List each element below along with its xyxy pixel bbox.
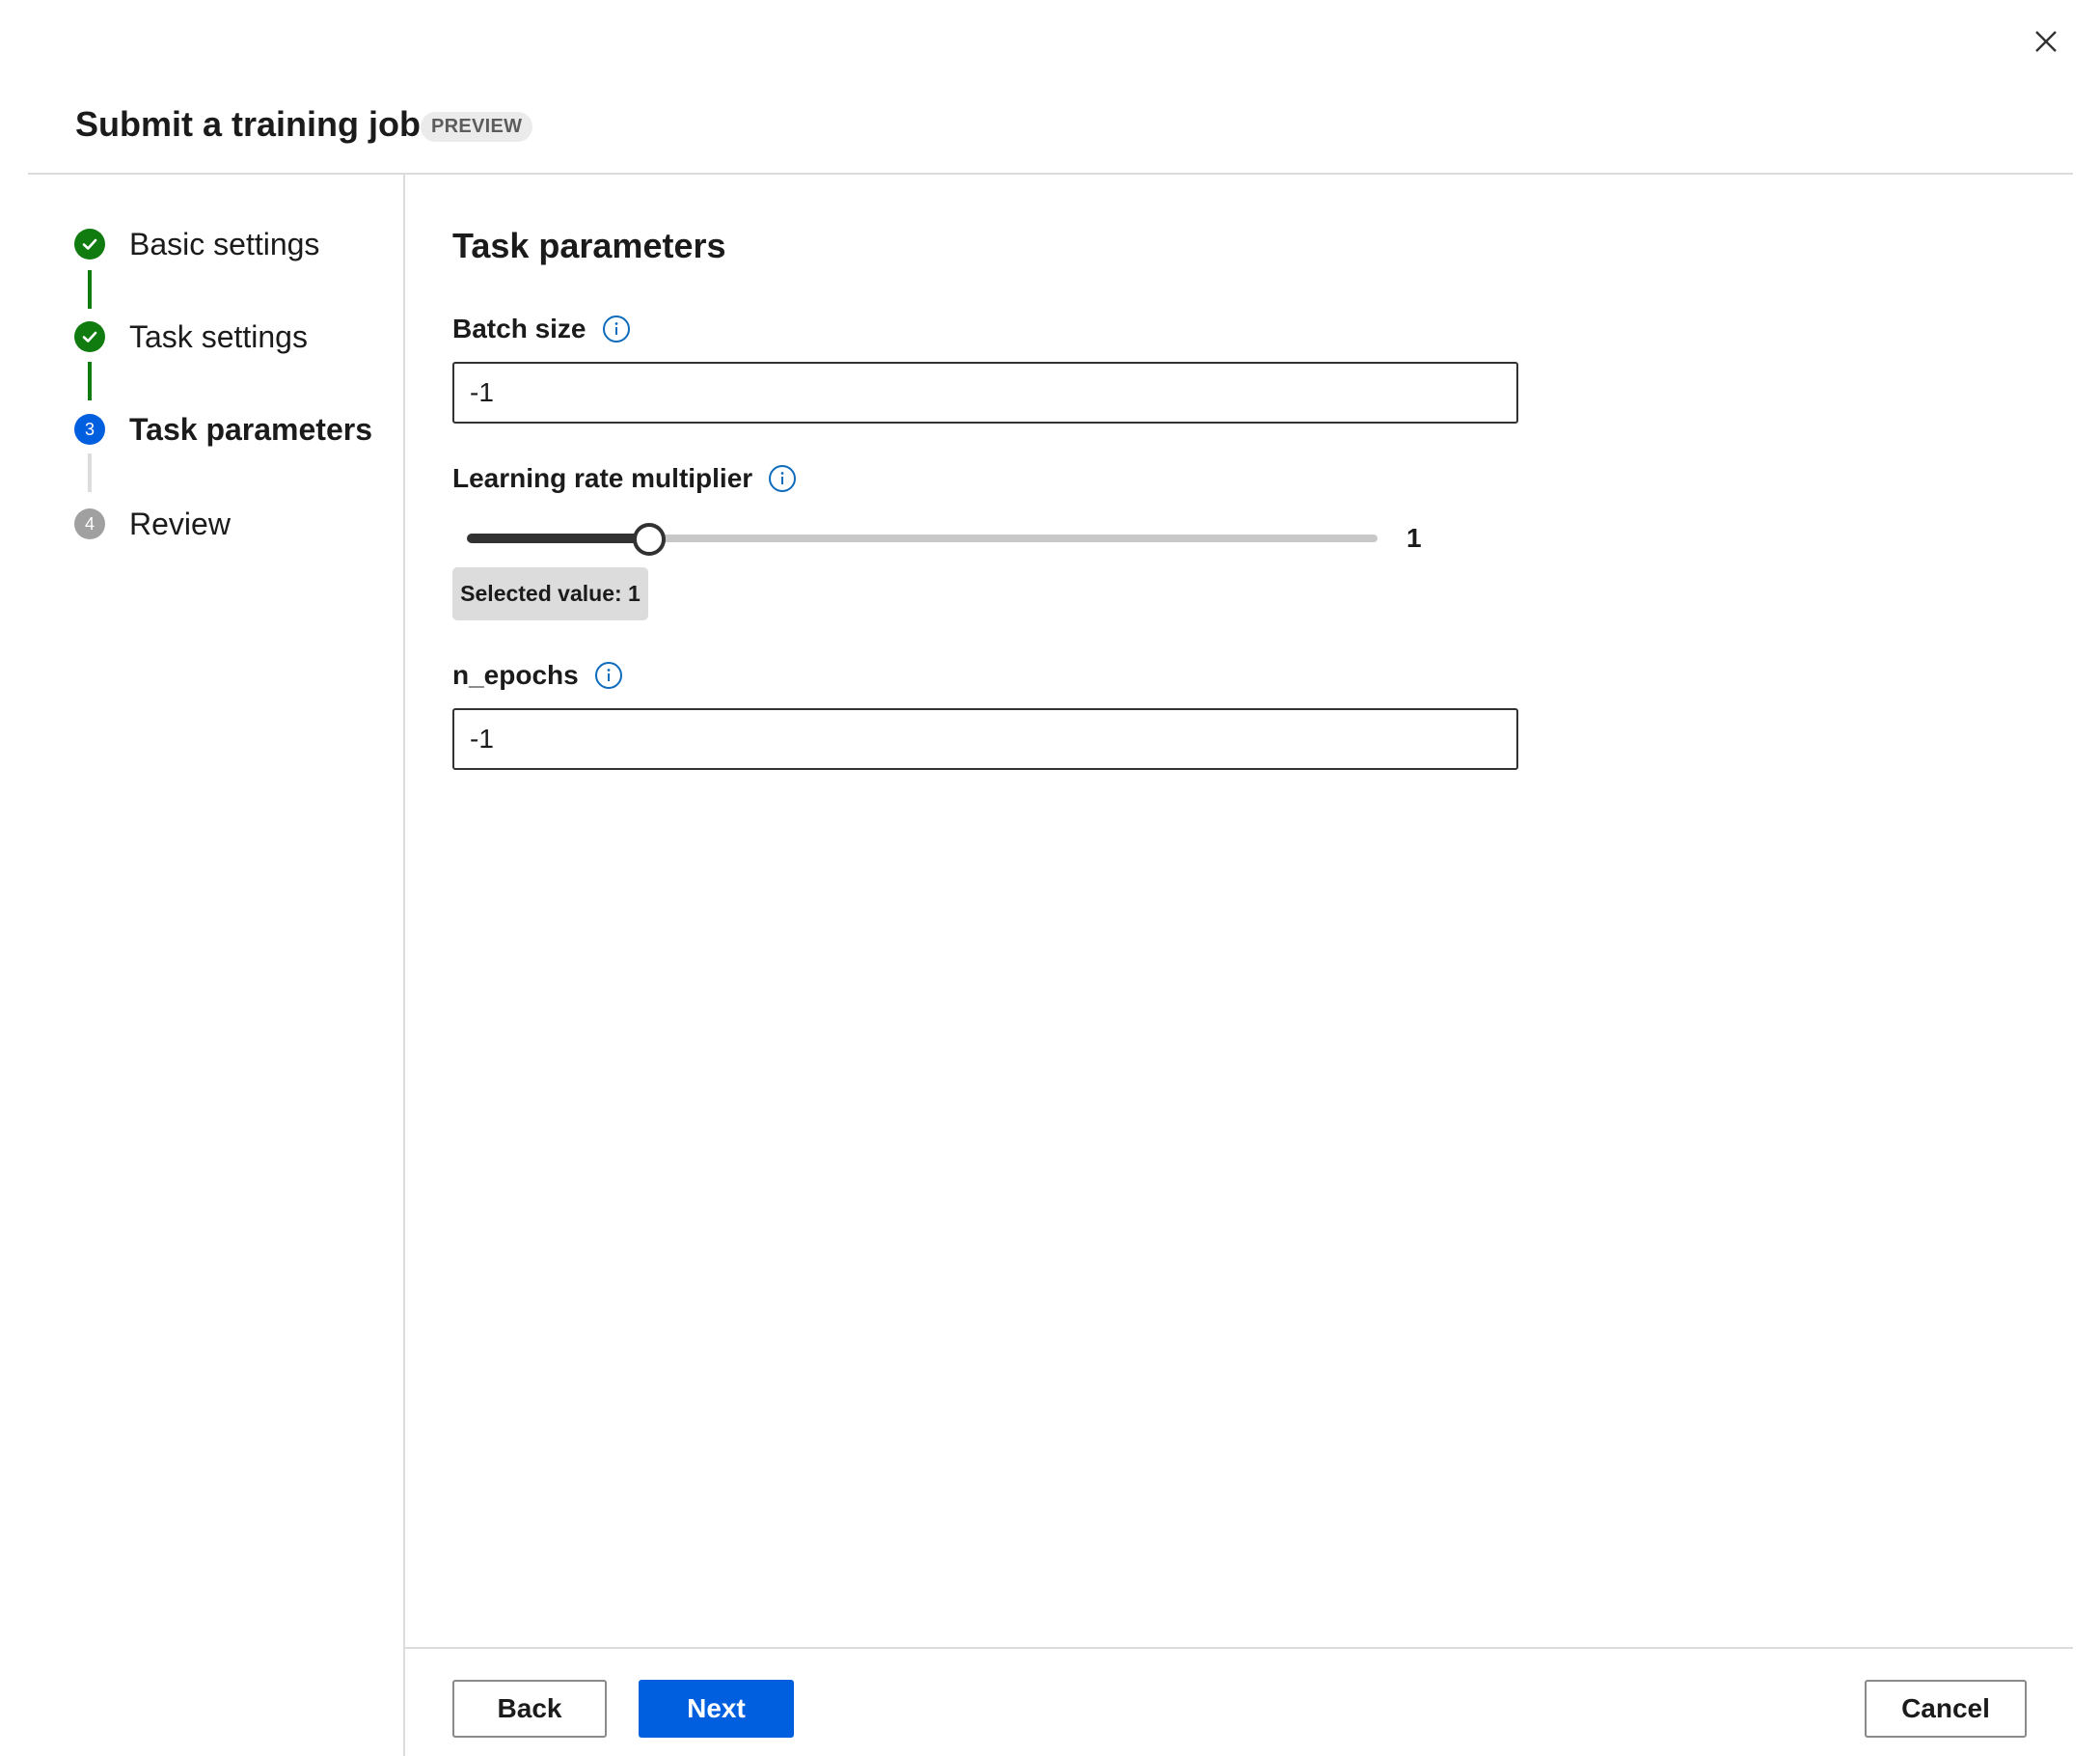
back-button[interactable]: Back <box>452 1680 607 1738</box>
info-icon[interactable] <box>768 464 797 493</box>
close-button[interactable] <box>2026 21 2066 62</box>
preview-badge: PREVIEW <box>421 112 533 142</box>
n-epochs-label: n_epochs <box>452 660 623 691</box>
batch-size-label: Batch size <box>452 314 631 344</box>
step-label: Review <box>129 506 231 541</box>
dialog-title: Submit a training job <box>75 104 421 144</box>
n-epochs-input[interactable] <box>452 708 1518 770</box>
step-connector <box>88 362 92 400</box>
footer-divider <box>405 1647 2073 1649</box>
step-connector <box>88 453 92 492</box>
section-title: Task parameters <box>452 226 726 265</box>
step-label: Basic settings <box>129 226 320 261</box>
step-label: Task parameters <box>129 411 372 447</box>
close-icon <box>2035 31 2057 52</box>
checkmark-icon <box>74 321 105 352</box>
n-epochs-label-text: n_epochs <box>452 660 579 690</box>
learning-rate-label-text: Learning rate multiplier <box>452 463 753 493</box>
step-review[interactable]: 4 Review <box>74 506 231 541</box>
step-number-badge: 3 <box>74 414 105 445</box>
slider-value: 1 <box>1406 523 1422 553</box>
sidebar-divider <box>403 175 405 1756</box>
slider-thumb[interactable] <box>632 523 666 556</box>
selected-value-tooltip: Selected value: 1 <box>452 567 648 620</box>
step-basic-settings[interactable]: Basic settings <box>74 226 320 261</box>
learning-rate-slider[interactable] <box>461 521 1387 556</box>
info-icon[interactable] <box>602 315 631 343</box>
checkmark-icon <box>74 229 105 260</box>
cancel-button[interactable]: Cancel <box>1865 1680 2027 1738</box>
step-task-parameters[interactable]: 3 Task parameters <box>74 411 372 447</box>
header-divider <box>28 173 2073 175</box>
batch-size-input[interactable] <box>452 362 1518 424</box>
step-task-settings[interactable]: Task settings <box>74 318 308 354</box>
learning-rate-label: Learning rate multiplier <box>452 463 797 494</box>
step-connector <box>88 270 92 309</box>
next-button[interactable]: Next <box>639 1680 794 1738</box>
step-label: Task settings <box>129 318 308 354</box>
batch-size-label-text: Batch size <box>452 314 586 343</box>
info-icon[interactable] <box>594 661 623 690</box>
step-number-badge: 4 <box>74 508 105 539</box>
slider-fill <box>467 534 649 543</box>
